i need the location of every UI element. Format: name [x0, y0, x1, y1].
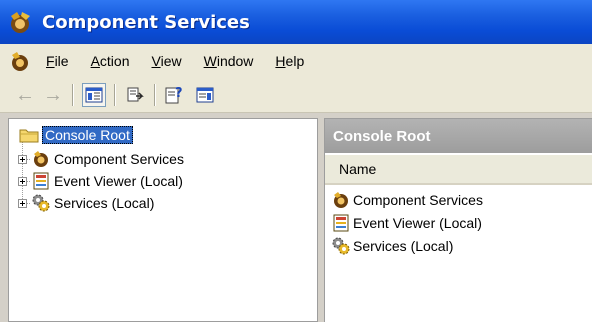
- tree-label: Component Services: [54, 151, 184, 167]
- list-item-component-services[interactable]: Component Services: [331, 189, 483, 211]
- event-viewer-icon: [333, 214, 349, 232]
- show-hide-console-tree-icon[interactable]: [82, 83, 106, 107]
- column-header-name[interactable]: Name: [325, 155, 592, 185]
- services-gears-icon: [32, 194, 50, 212]
- expand-icon[interactable]: [18, 198, 27, 208]
- console-root-label: Console Root: [42, 126, 133, 144]
- event-viewer-icon: [33, 172, 49, 190]
- toolbar-separator: [114, 84, 116, 106]
- tree-label: Services (Local): [54, 195, 155, 211]
- console-tree-pane[interactable]: Console Root Component Services Event Vi…: [8, 118, 318, 322]
- tree-item-services[interactable]: Services (Local): [18, 193, 154, 213]
- list-item-label: Component Services: [353, 192, 483, 208]
- window-title: Component Services: [42, 11, 250, 33]
- forward-arrow-icon[interactable]: →: [42, 83, 64, 107]
- tree-item-console-root[interactable]: Console Root: [19, 125, 133, 145]
- services-gears-icon: [332, 237, 350, 255]
- menu-file[interactable]: File: [46, 53, 69, 69]
- toolbar-separator: [72, 84, 74, 106]
- tree-item-component-services[interactable]: Component Services: [18, 149, 184, 169]
- menu-action[interactable]: Action: [91, 53, 130, 69]
- menu-window[interactable]: Window: [204, 53, 254, 69]
- toolbar-separator: [154, 84, 156, 106]
- tree-item-event-viewer[interactable]: Event Viewer (Local): [18, 171, 183, 191]
- console-menu-icon[interactable]: [8, 49, 32, 73]
- menu-bar: File Action View Window Help: [0, 44, 592, 78]
- toolbar: ← → ?: [0, 78, 592, 113]
- svg-text:?: ?: [175, 86, 183, 101]
- details-pane: Console Root Name Component Services Eve…: [324, 118, 592, 322]
- component-services-icon: [334, 192, 348, 208]
- tree-label: Event Viewer (Local): [54, 173, 183, 189]
- menu-help[interactable]: Help: [275, 53, 304, 69]
- title-bar[interactable]: Component Services: [0, 0, 592, 44]
- component-services-icon: [11, 12, 30, 33]
- list-item-label: Event Viewer (Local): [353, 215, 482, 231]
- help-icon[interactable]: ?: [164, 83, 186, 107]
- list-item-event-viewer[interactable]: Event Viewer (Local): [331, 212, 482, 234]
- show-hide-action-pane-icon[interactable]: [194, 83, 216, 107]
- component-services-icon: [34, 151, 48, 167]
- back-arrow-icon[interactable]: ←: [14, 83, 36, 107]
- list-item-label: Services (Local): [353, 238, 454, 254]
- folder-icon: [19, 129, 39, 143]
- expand-icon[interactable]: [18, 154, 27, 164]
- expand-icon[interactable]: [18, 176, 27, 186]
- details-pane-header: Console Root: [325, 119, 592, 153]
- export-list-icon[interactable]: [124, 83, 146, 107]
- list-item-services[interactable]: Services (Local): [331, 235, 453, 257]
- menu-view[interactable]: View: [152, 53, 182, 69]
